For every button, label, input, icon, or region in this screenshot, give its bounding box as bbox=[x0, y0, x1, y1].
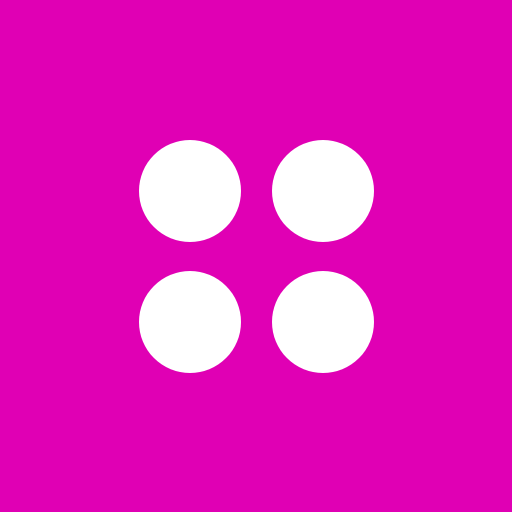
dot-bottom-right bbox=[272, 271, 374, 373]
dot-bottom-left bbox=[139, 271, 241, 373]
dot-top-left bbox=[139, 140, 241, 242]
app-icon-tile bbox=[0, 0, 512, 512]
dot-top-right bbox=[272, 140, 374, 242]
